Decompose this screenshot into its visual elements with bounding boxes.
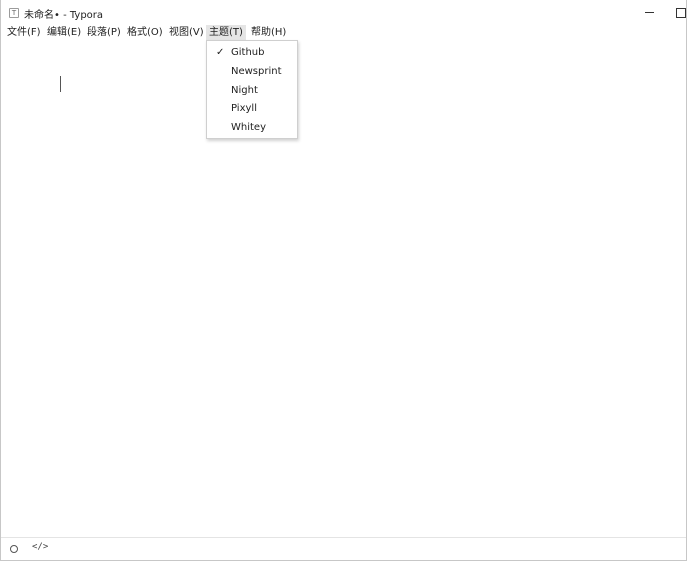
theme-item-pixyll[interactable]: Pixyll — [207, 99, 297, 118]
theme-item-label: Newsprint — [231, 66, 282, 77]
window-title: 未命名• - Typora — [24, 10, 104, 21]
editor-area[interactable] — [1, 42, 686, 537]
menu-theme[interactable]: 主题(T) — [206, 25, 246, 41]
theme-item-label: Night — [231, 85, 258, 96]
theme-item-night[interactable]: Night — [207, 81, 297, 100]
theme-item-label: Pixyll — [231, 103, 257, 114]
menu-file[interactable]: 文件(F) — [4, 25, 44, 41]
menu-view[interactable]: 视图(V) — [166, 25, 207, 41]
theme-item-label: Github — [231, 47, 265, 58]
typora-app-icon: T — [9, 8, 19, 18]
menu-help[interactable]: 帮助(H) — [248, 25, 289, 41]
theme-item-newsprint[interactable]: Newsprint — [207, 62, 297, 81]
theme-dropdown-menu: ✓ Github Newsprint Night Pixyll Whitey — [206, 40, 298, 139]
typora-window: T 未命名• - Typora 文件(F) 编辑(E) 段落(P) 格式(O) … — [0, 0, 687, 561]
text-caret — [60, 76, 61, 92]
check-icon: ✓ — [216, 47, 225, 58]
menu-format[interactable]: 格式(O) — [124, 25, 166, 41]
code-icon[interactable]: </> — [32, 542, 48, 552]
maximize-icon[interactable] — [670, 2, 687, 20]
minimize-icon[interactable] — [638, 2, 662, 20]
theme-item-whitey[interactable]: Whitey — [207, 118, 297, 137]
theme-item-label: Whitey — [231, 122, 266, 133]
theme-item-github[interactable]: ✓ Github — [207, 43, 297, 62]
menu-edit[interactable]: 编辑(E) — [44, 25, 84, 41]
circle-icon[interactable] — [10, 545, 18, 553]
title-bar: T 未命名• - Typora — [1, 0, 686, 24]
menu-paragraph[interactable]: 段落(P) — [84, 25, 124, 41]
menu-bar: 文件(F) 编辑(E) 段落(P) 格式(O) 视图(V) 主题(T) 帮助(H… — [1, 24, 686, 42]
status-bar: </> — [1, 537, 686, 560]
